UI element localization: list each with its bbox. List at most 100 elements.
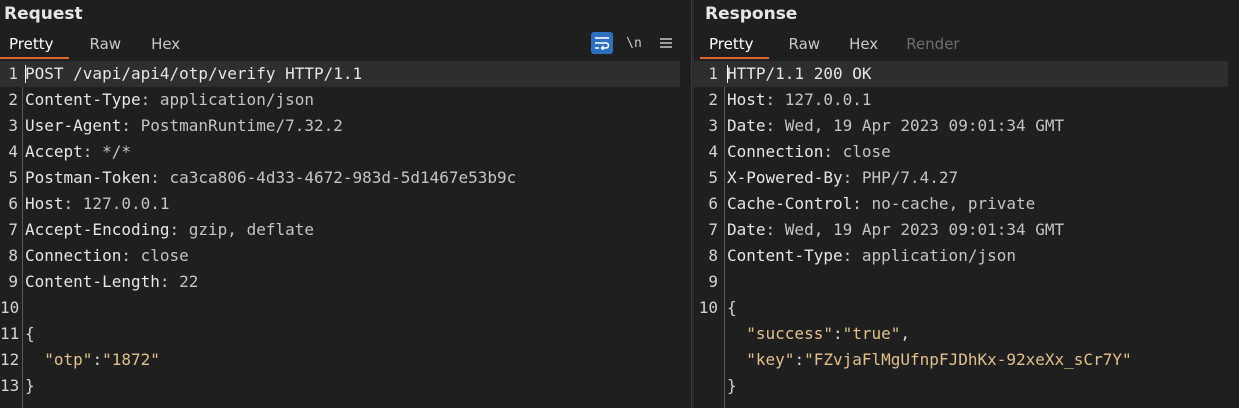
request-token: : close [121, 246, 189, 265]
request-line: 3 User-Agent: PostmanRuntime/7.32.2 [0, 113, 691, 139]
request-token: : PostmanRuntime/7.32.2 [121, 116, 343, 135]
request-editor[interactable]: 1 POST /vapi/api4/otp/verify HTTP/1.1 2 Con… [0, 61, 691, 408]
response-line-number: 5 [708, 168, 718, 187]
request-tab-pretty[interactable]: Pretty [0, 32, 69, 59]
request-token [25, 350, 44, 369]
request-token: Connection [25, 246, 122, 265]
response-line-number: 8 [708, 246, 718, 265]
response-token: : [832, 324, 843, 343]
response-line-content: Connection: close [727, 139, 891, 165]
request-token: : application/json [140, 90, 314, 109]
response-token: "FZvjaFlMgUfnpFJDhKx-92xeXx_sCr7Y" [804, 350, 1132, 369]
wrap-lines-icon[interactable] [591, 32, 613, 54]
request-line-content: Postman-Token: ca3ca806-4d33-4672-983d-5… [25, 165, 516, 191]
request-panel: Request Pretty Raw Hex \n 1 POST /vapi/a… [0, 0, 691, 408]
request-token: POST /vapi/api4/otp/verify HTTP/1.1 [25, 64, 363, 83]
response-token [727, 350, 746, 369]
response-token: : Wed, 19 Apr 2023 09:01:34 GMT [765, 116, 1065, 135]
request-token: } [25, 376, 35, 395]
request-line: 11 { [0, 321, 691, 347]
request-line-content: "otp":"1872" [25, 347, 160, 373]
newline-toggle-icon[interactable]: \n [623, 32, 645, 54]
request-token: : ca3ca806-4d33-4672-983d-5d1467e53b9c [150, 168, 517, 187]
request-line-number: 7 [8, 220, 18, 239]
response-line: 8 Content-Type: application/json [694, 243, 1239, 269]
response-token: Content-Type [727, 246, 843, 265]
response-line-content: Cache-Control: no-cache, private [727, 191, 1035, 217]
response-line-content: "key":"FZvjaFlMgUfnpFJDhKx-92xeXx_sCr7Y" [727, 347, 1132, 373]
response-line: 1 HTTP/1.1 200 OK [694, 61, 1228, 87]
response-token: Connection [727, 142, 824, 161]
request-line: 5 Postman-Token: ca3ca806-4d33-4672-983d-… [0, 165, 691, 191]
request-line-number: 12 [0, 350, 20, 369]
response-token: Date [727, 116, 766, 135]
response-line: 10 { [694, 295, 1239, 321]
response-line-number: 7 [708, 220, 718, 239]
response-token: : no-cache, private [852, 194, 1036, 213]
request-line-content: Host: 127.0.0.1 [25, 191, 170, 217]
response-line: "success":"true", [694, 321, 1239, 347]
response-tab-hex[interactable]: Hex [835, 32, 893, 59]
request-line-content: User-Agent: PostmanRuntime/7.32.2 [25, 113, 343, 139]
response-editor[interactable]: 1 HTTP/1.1 200 OK 2 Host: 127.0.0.1 3 Date: W… [694, 61, 1239, 408]
menu-icon[interactable] [655, 32, 677, 54]
request-line-number: 9 [8, 272, 18, 291]
response-line-content: { [727, 295, 737, 321]
response-token: : [794, 350, 805, 369]
response-tab-raw[interactable]: Raw [769, 32, 836, 59]
request-line-content: POST /vapi/api4/otp/verify HTTP/1.1 [25, 61, 362, 87]
request-line: 10 [0, 295, 691, 321]
response-title: Response [705, 4, 798, 24]
response-line: "key":"FZvjaFlMgUfnpFJDhKx-92xeXx_sCr7Y" [694, 347, 1239, 373]
response-token: "true" [842, 324, 901, 343]
response-line: 5 X-Powered-By: PHP/7.4.27 [694, 165, 1239, 191]
request-line-content: Content-Type: application/json [25, 87, 314, 113]
response-line-content: "success":"true", [727, 321, 910, 347]
response-token: Cache-Control [727, 194, 853, 213]
request-line: 7 Accept-Encoding: gzip, deflate [0, 217, 691, 243]
request-line-content: { [25, 321, 35, 347]
response-line: 7 Date: Wed, 19 Apr 2023 09:01:34 GMT [694, 217, 1239, 243]
request-token: : */* [82, 142, 131, 161]
request-token: : gzip, deflate [169, 220, 315, 239]
request-line: 6 Host: 127.0.0.1 [0, 191, 691, 217]
response-line-number: 1 [708, 64, 718, 83]
response-line-content: Date: Wed, 19 Apr 2023 09:01:34 GMT [727, 113, 1064, 139]
response-tab-pretty[interactable]: Pretty [700, 32, 769, 59]
response-line-content: Date: Wed, 19 Apr 2023 09:01:34 GMT [727, 217, 1064, 243]
response-token: { [727, 298, 737, 317]
response-token: } [727, 376, 737, 395]
request-tabs: Pretty Raw Hex [0, 32, 195, 59]
response-line-number: 4 [708, 142, 718, 161]
response-tab-render[interactable]: Render [893, 32, 974, 59]
response-token: : close [823, 142, 891, 161]
request-tab-hex[interactable]: Hex [136, 32, 195, 59]
response-token: : Wed, 19 Apr 2023 09:01:34 GMT [765, 220, 1065, 239]
request-line-number: 2 [8, 90, 18, 109]
request-token: Accept-Encoding [25, 220, 170, 239]
request-toolbar: \n [591, 32, 677, 54]
request-text-cursor [25, 65, 26, 83]
response-tabs: Pretty Raw Hex Render [700, 32, 975, 59]
request-tab-raw[interactable]: Raw [69, 32, 137, 59]
request-line: 4 Accept: */* [0, 139, 691, 165]
http-message-viewer: Request Pretty Raw Hex \n 1 POST /vapi/a… [0, 0, 1239, 408]
request-line-number: 4 [8, 142, 18, 161]
request-line-content: Connection: close [25, 243, 189, 269]
response-line-content: Host: 127.0.0.1 [727, 87, 872, 113]
request-line: 2 Content-Type: application/json [0, 87, 691, 113]
request-line: 13} [0, 373, 691, 399]
request-line: 1 POST /vapi/api4/otp/verify HTTP/1.1 [0, 61, 680, 87]
response-line-content: X-Powered-By: PHP/7.4.27 [727, 165, 958, 191]
response-line: 6 Cache-Control: no-cache, private [694, 191, 1239, 217]
response-line: 2 Host: 127.0.0.1 [694, 87, 1239, 113]
request-line-number: 5 [8, 168, 18, 187]
request-line: 9 Content-Length: 22 [0, 269, 691, 295]
request-line-number: 1 [8, 64, 18, 83]
response-token: : 127.0.0.1 [765, 90, 872, 109]
request-line-number: 3 [8, 116, 18, 135]
request-token: : 127.0.0.1 [63, 194, 170, 213]
response-line-number: 2 [708, 90, 718, 109]
request-line: 12 "otp":"1872" [0, 347, 691, 373]
response-token: : PHP/7.4.27 [842, 168, 959, 187]
